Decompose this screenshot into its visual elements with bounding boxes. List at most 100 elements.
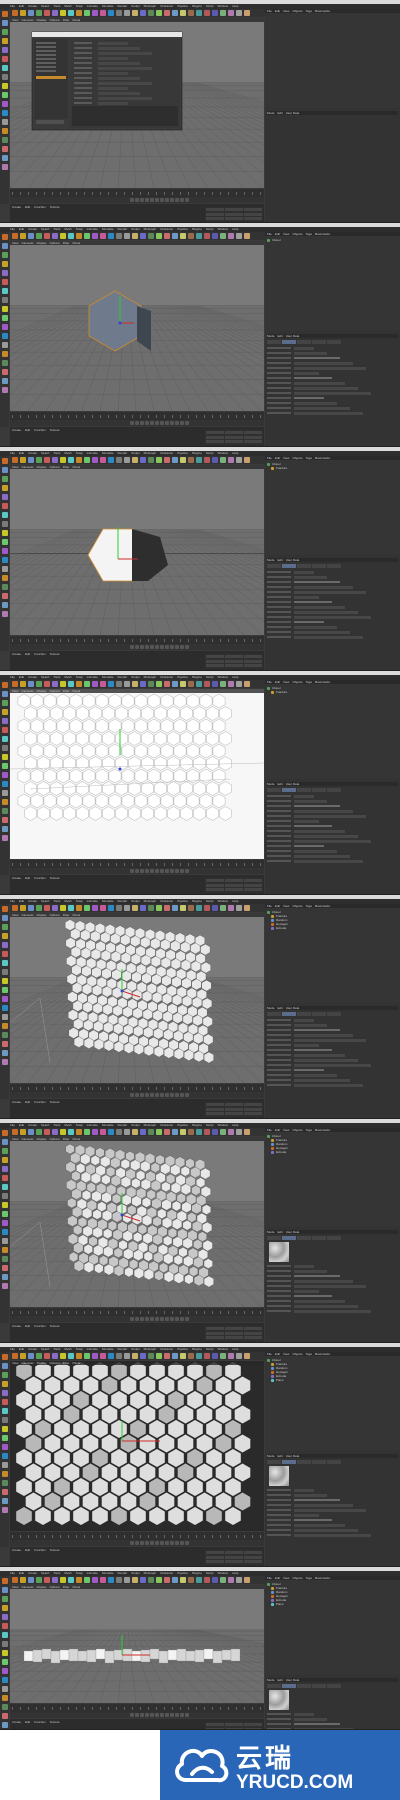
toolbar-tool-icon[interactable] (212, 1577, 218, 1583)
attribute-field[interactable] (294, 351, 327, 355)
coordinate-field[interactable] (244, 1103, 262, 1106)
menu-item[interactable]: Pipeline (177, 675, 188, 679)
mode-tool-icon[interactable] (1, 360, 8, 366)
timeline[interactable] (10, 1084, 264, 1092)
menu-item[interactable]: Window (218, 1123, 229, 1127)
attribute-tab[interactable] (267, 1012, 281, 1016)
menu-item[interactable]: Pipeline (177, 451, 188, 455)
mode-tool-icon[interactable] (1, 306, 8, 312)
toolbar-tool-icon[interactable] (124, 1577, 130, 1583)
mode-tool-icon[interactable] (1, 1677, 8, 1683)
coordinate-field[interactable] (206, 1560, 224, 1564)
menu-item[interactable]: Animate (87, 675, 98, 679)
toolbar-tool-icon[interactable] (92, 457, 98, 463)
toolbar-tool-icon[interactable] (172, 233, 178, 239)
menu-item[interactable]: Character (160, 1347, 173, 1351)
viewport-menu-item[interactable]: Display (37, 18, 47, 22)
mode-tool-icon[interactable] (1, 494, 8, 500)
attribute-tab[interactable] (312, 788, 326, 792)
menu-item[interactable]: Simulate (102, 1571, 114, 1575)
toolbar-tool-icon[interactable] (20, 10, 26, 16)
toolbar-tool-icon[interactable] (100, 233, 106, 239)
mode-tool-icon[interactable] (1, 1489, 8, 1495)
toolbar-tool-icon[interactable] (108, 905, 114, 911)
mode-tool-icon[interactable] (1, 1193, 8, 1199)
toolbar-tool-icon[interactable] (132, 1353, 138, 1359)
playback-button-icon[interactable] (135, 1317, 139, 1321)
attribute-field[interactable] (294, 1058, 358, 1062)
coordinate-field[interactable] (244, 1560, 262, 1564)
attribute-menu-item[interactable]: Mode (267, 334, 275, 338)
viewport-menu-item[interactable]: Cameras (21, 18, 33, 22)
toolbar-tool-icon[interactable] (148, 10, 154, 16)
menu-item[interactable]: Window (218, 227, 229, 231)
coordinate-field[interactable] (225, 1331, 243, 1335)
toolbar-tool-icon[interactable] (60, 681, 66, 687)
toolbar-tool-icon[interactable] (220, 905, 226, 911)
viewport-menu-item[interactable]: Filter (63, 241, 70, 245)
toolbar-tool-icon[interactable] (108, 10, 114, 16)
viewport-perspective[interactable]: View Cameras Display Options Filter Panel (10, 913, 264, 1083)
toolbar-tool-icon[interactable] (116, 1577, 122, 1583)
toolbar-tool-icon[interactable] (124, 10, 130, 16)
playback-button-icon[interactable] (165, 1317, 169, 1321)
toolbar-tool-icon[interactable] (164, 1353, 170, 1359)
playback-button-icon[interactable] (160, 198, 164, 202)
coordinate-field[interactable] (206, 1327, 224, 1330)
playback-button-icon[interactable] (155, 421, 159, 425)
coordinate-field[interactable] (225, 208, 243, 211)
attribute-field[interactable] (294, 590, 366, 594)
toolbar-tool-icon[interactable] (220, 457, 226, 463)
toolbar-tool-icon[interactable] (28, 457, 34, 463)
toolbar-tool-icon[interactable] (68, 1353, 74, 1359)
playback-button-icon[interactable] (130, 421, 134, 425)
menu-item[interactable]: Create (28, 899, 37, 903)
menu-item[interactable]: File (10, 1123, 15, 1127)
timeline[interactable] (10, 412, 264, 420)
toolbar-tool-icon[interactable] (76, 233, 82, 239)
toolbar-tool-icon[interactable] (220, 1353, 226, 1359)
playback-button-icon[interactable] (145, 421, 149, 425)
toolbar-tool-icon[interactable] (220, 233, 226, 239)
menu-item[interactable]: Edit (19, 1347, 24, 1351)
attribute-tab[interactable] (327, 564, 341, 568)
playback-button-icon[interactable] (155, 1317, 159, 1321)
mode-tool-icon[interactable] (1, 951, 8, 957)
mode-tool-icon[interactable] (1, 987, 8, 993)
attribute-tab[interactable] (327, 340, 341, 344)
mode-tool-icon[interactable] (1, 1381, 8, 1387)
menu-item[interactable]: Sculpt (131, 675, 139, 679)
playback-button-icon[interactable] (165, 645, 169, 649)
menu-item[interactable]: Render (117, 1571, 127, 1575)
mode-tool-icon[interactable] (1, 74, 8, 80)
mode-tool-icon[interactable] (1, 56, 8, 62)
menu-item[interactable]: Create (28, 451, 37, 455)
menu-item[interactable]: Mesh (64, 4, 71, 8)
coordinate-field[interactable] (244, 1327, 262, 1330)
attribute-tab[interactable] (267, 1684, 281, 1688)
toolbar-tool-icon[interactable] (76, 681, 82, 687)
playback-button-icon[interactable] (180, 1317, 184, 1321)
toolbar-tool-icon[interactable] (148, 1577, 154, 1583)
playback-button-icon[interactable] (150, 1317, 154, 1321)
attribute-tab[interactable] (297, 1012, 311, 1016)
coordinate-field[interactable] (244, 1336, 262, 1340)
coordinate-field[interactable] (225, 440, 243, 444)
toolbar-tool-icon[interactable] (116, 905, 122, 911)
coordinate-field[interactable] (225, 1327, 243, 1330)
attribute-field[interactable] (294, 1073, 337, 1077)
mode-tool-icon[interactable] (1, 1399, 8, 1405)
material-menu-item[interactable]: Texture (50, 428, 60, 432)
menu-item[interactable]: Render (117, 1347, 127, 1351)
mode-tool-icon[interactable] (1, 1023, 8, 1029)
attribute-field[interactable] (294, 346, 314, 350)
menu-item[interactable]: Tools (53, 227, 60, 231)
viewport-menu-item[interactable]: Filter (63, 1137, 70, 1141)
playback-button-icon[interactable] (140, 1093, 144, 1097)
menu-item[interactable]: MoGraph (144, 1571, 157, 1575)
toolbar-tool-icon[interactable] (132, 233, 138, 239)
menu-item[interactable]: Character (160, 227, 173, 231)
attribute-field[interactable] (294, 625, 337, 629)
attribute-tab[interactable] (282, 1012, 296, 1016)
menu-item[interactable]: Simulate (102, 1347, 114, 1351)
